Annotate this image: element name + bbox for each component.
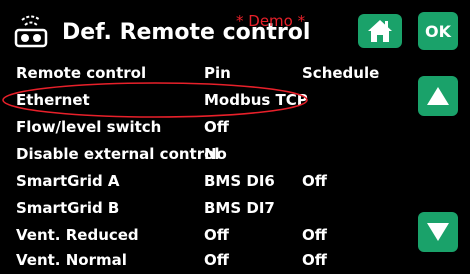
row-name: SmartGrid B: [16, 199, 120, 217]
header-bar: Def. Remote control * Demo * OK: [0, 0, 470, 62]
column-header-remote-control: Remote control: [16, 64, 147, 82]
row-name: Flow/level switch: [16, 118, 162, 136]
row-schedule: Off: [302, 172, 327, 190]
row-schedule: Off: [302, 226, 327, 244]
table-header-row: Remote control Pin Schedule: [0, 60, 400, 87]
home-button[interactable]: [358, 14, 402, 48]
table-row-vent-reduced[interactable]: Vent. Reduced Off Off: [0, 222, 400, 249]
row-name: Vent. Normal: [16, 251, 127, 269]
row-pin: BMS DI6: [204, 172, 275, 190]
table-row-smartgrid-b[interactable]: SmartGrid B BMS DI7: [0, 195, 400, 222]
ok-button[interactable]: OK: [418, 12, 458, 50]
home-icon: [368, 20, 392, 42]
remote-control-icon: [14, 15, 48, 48]
row-pin: BMS DI7: [204, 199, 275, 217]
row-pin: Off: [204, 251, 229, 269]
row-pin: Modbus TCP: [204, 91, 308, 109]
column-header-schedule: Schedule: [302, 64, 380, 82]
arrow-down-icon: [427, 223, 449, 241]
row-schedule: Off: [302, 251, 327, 269]
table-row-smartgrid-a[interactable]: SmartGrid A BMS DI6 Off: [0, 168, 400, 195]
row-name: Disable external control: [16, 145, 220, 163]
table-row-vent-normal[interactable]: Vent. Normal Off Off: [0, 247, 400, 274]
arrow-up-icon: [427, 87, 449, 105]
demo-watermark: * Demo *: [236, 12, 306, 30]
row-pin: Off: [204, 226, 229, 244]
table-row-disable-external-control[interactable]: Disable external control No: [0, 141, 400, 168]
scroll-down-button[interactable]: [418, 212, 458, 252]
row-pin: Off: [204, 118, 229, 136]
row-name: Ethernet: [16, 91, 90, 109]
table-row-flow-level-switch[interactable]: Flow/level switch Off: [0, 114, 400, 141]
column-header-pin: Pin: [204, 64, 231, 82]
row-name: Vent. Reduced: [16, 226, 139, 244]
scroll-up-button[interactable]: [418, 76, 458, 116]
row-name: SmartGrid A: [16, 172, 120, 190]
table-row-ethernet[interactable]: Ethernet Modbus TCP: [0, 87, 400, 114]
row-pin: No: [204, 145, 227, 163]
